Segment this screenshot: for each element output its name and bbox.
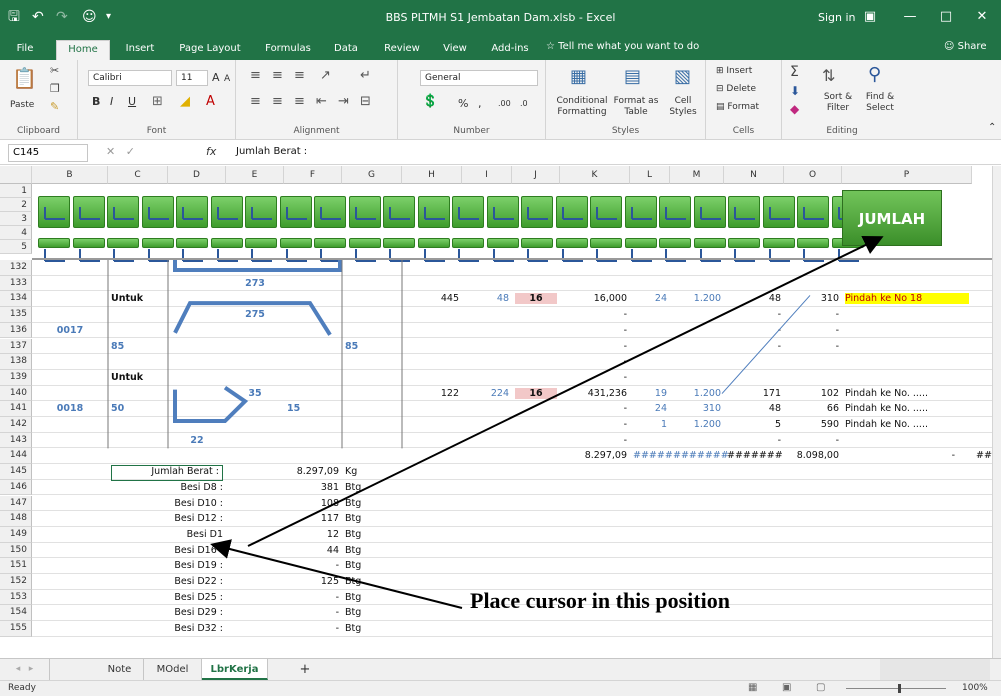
arrow-to-cursor: [210, 539, 463, 609]
arrow-to-jumlah: [247, 236, 884, 547]
annotation-arrows: [210, 236, 884, 609]
